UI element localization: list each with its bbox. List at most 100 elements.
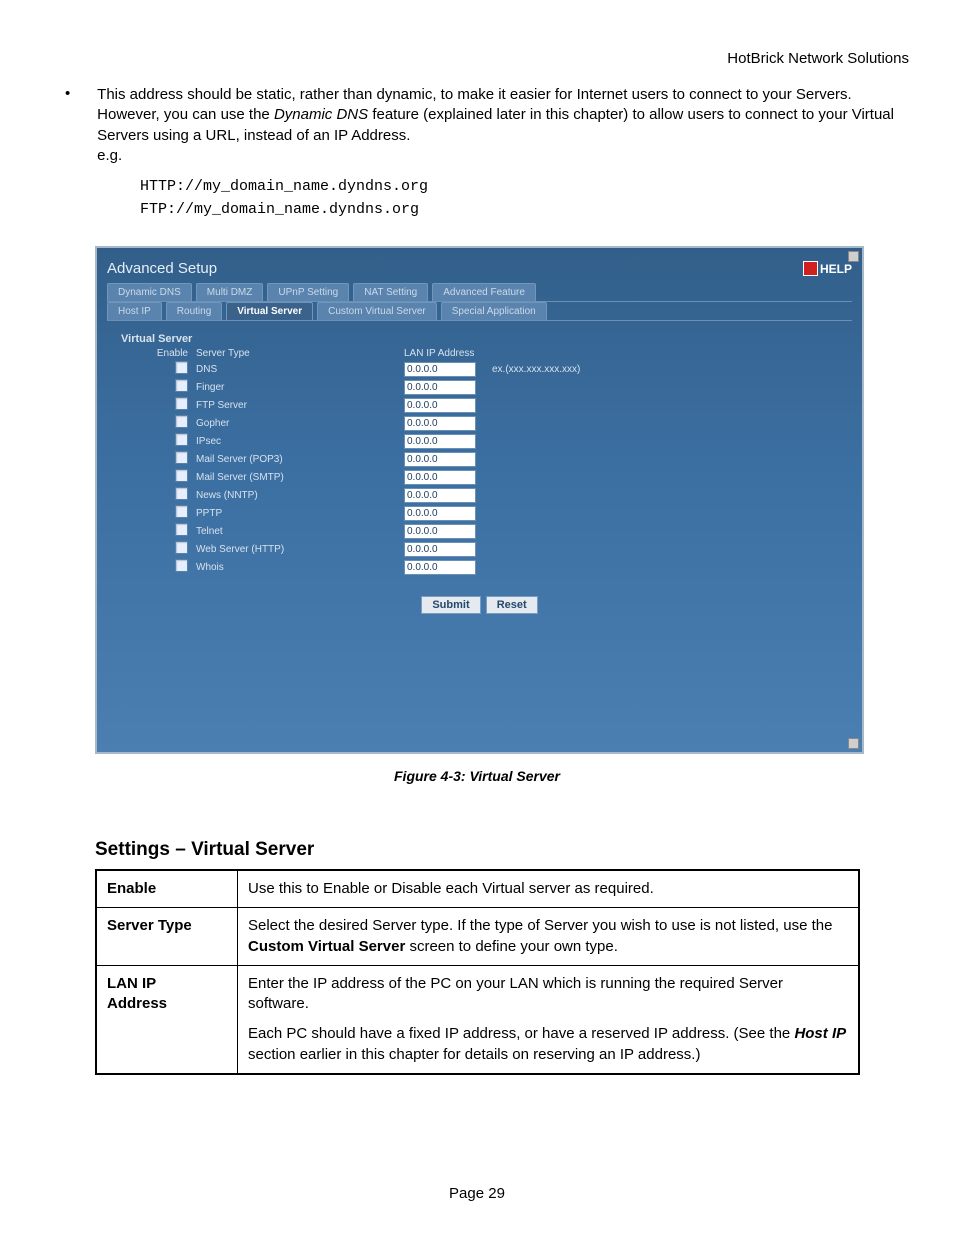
tab-host-ip[interactable]: Host IP [107,302,162,320]
scroll-up-icon[interactable] [848,251,859,262]
settings-type-bold: Custom Virtual Server [248,938,405,955]
tab-routing[interactable]: Routing [166,302,222,320]
settings-ip-text-bi: Host IP [794,1025,846,1042]
settings-ip-text-2a: Each PC should have a fixed IP address, … [248,1025,794,1042]
screenshot-title: Advanced Setup [107,260,217,277]
lan-ip-input[interactable] [404,560,476,575]
enable-checkbox[interactable] [175,397,188,410]
bullet-italic: Dynamic DNS [274,106,368,123]
enable-checkbox[interactable] [175,559,188,572]
col-enable: Enable [131,347,194,360]
server-type-cell: Web Server (HTTP) [194,540,402,558]
enable-checkbox[interactable] [175,469,188,482]
help-button[interactable]: HELP [803,261,852,276]
figure-caption: Figure 4-3: Virtual Server [45,768,909,784]
enable-checkbox[interactable] [175,541,188,554]
lan-ip-input[interactable] [404,380,476,395]
tab-virtual-server[interactable]: Virtual Server [226,302,313,320]
bullet-eg: e.g. [97,147,122,164]
virtual-server-table: Enable Server Type LAN IP Address DNS ex.… [131,347,586,576]
settings-enable-label: Enable [96,870,238,908]
server-type-cell: IPsec [194,432,402,450]
server-type-cell: Gopher [194,414,402,432]
lan-ip-input[interactable] [404,488,476,503]
table-row: Whois [131,558,586,576]
enable-checkbox[interactable] [175,505,188,518]
settings-enable-text: Use this to Enable or Disable each Virtu… [238,870,860,908]
code-line-1: HTTP://my_domain_name.dyndns.org [140,176,909,199]
table-row: Telnet [131,522,586,540]
settings-heading: Settings – Virtual Server [95,839,909,861]
server-type-cell: PPTP [194,504,402,522]
ip-format-hint: ex.(xxx.xxx.xxx.xxx) [484,364,580,375]
tab-advanced-feature[interactable]: Advanced Feature [432,283,536,301]
enable-checkbox[interactable] [175,379,188,392]
server-type-cell: DNS [194,360,402,378]
table-row: FTP Server [131,396,586,414]
reset-button[interactable]: Reset [486,596,538,614]
server-type-cell: Whois [194,558,402,576]
settings-ip-label-b: Address [107,995,167,1012]
bullet-paragraph: • This address should be static, rather … [65,85,909,166]
server-type-cell: Finger [194,378,402,396]
col-type: Server Type [194,347,402,360]
lan-ip-input[interactable] [404,398,476,413]
lan-ip-input[interactable] [404,452,476,467]
lan-ip-input[interactable] [404,416,476,431]
server-type-cell: FTP Server [194,396,402,414]
server-type-cell: Telnet [194,522,402,540]
table-row: Mail Server (POP3) [131,450,586,468]
bullet-symbol: • [65,85,93,102]
enable-checkbox[interactable] [175,523,188,536]
lan-ip-input[interactable] [404,542,476,557]
tab-multi-dmz[interactable]: Multi DMZ [196,283,264,301]
enable-checkbox[interactable] [175,433,188,446]
lan-ip-input[interactable] [404,506,476,521]
settings-type-text-a: Select the desired Server type. If the t… [248,917,832,934]
tab-dynamic-dns[interactable]: Dynamic DNS [107,283,192,301]
tab-special-application[interactable]: Special Application [441,302,547,320]
table-row: PPTP [131,504,586,522]
section-label: Virtual Server [121,333,838,345]
tab-row-1: Dynamic DNS Multi DMZ UPnP Setting NAT S… [107,283,852,302]
table-row: Mail Server (SMTP) [131,468,586,486]
table-row: DNS ex.(xxx.xxx.xxx.xxx) [131,360,586,378]
lan-ip-input[interactable] [404,470,476,485]
screenshot-frame: Advanced Setup HELP Dynamic DNS Multi DM… [95,246,864,754]
table-row: Gopher [131,414,586,432]
submit-button[interactable]: Submit [421,596,480,614]
button-row: Submit Reset [121,596,838,614]
virtual-server-panel: Virtual Server Enable Server Type LAN IP… [107,321,852,642]
settings-ip-text-2: Each PC should have a fixed IP address, … [248,1024,848,1065]
server-type-cell: Mail Server (SMTP) [194,468,402,486]
lan-ip-input[interactable] [404,524,476,539]
settings-ip-label: LAN IP Address [96,965,238,1074]
settings-type-label: Server Type [96,908,238,966]
scroll-down-icon[interactable] [848,738,859,749]
lan-ip-input[interactable] [404,362,476,377]
col-ip: LAN IP Address [402,347,482,360]
table-row: Web Server (HTTP) [131,540,586,558]
settings-ip-text: Enter the IP address of the PC on your L… [238,965,860,1074]
tab-custom-virtual-server[interactable]: Custom Virtual Server [317,302,437,320]
lan-ip-input[interactable] [404,434,476,449]
help-label: HELP [820,262,852,276]
enable-checkbox[interactable] [175,415,188,428]
header-company: HotBrick Network Solutions [45,50,909,67]
tab-nat-setting[interactable]: NAT Setting [353,283,428,301]
enable-checkbox[interactable] [175,487,188,500]
server-type-cell: Mail Server (POP3) [194,450,402,468]
settings-ip-label-a: LAN IP [107,975,156,992]
help-icon [803,261,818,276]
settings-ip-text-1: Enter the IP address of the PC on your L… [248,974,848,1015]
code-block: HTTP://my_domain_name.dyndns.org FTP://m… [140,176,909,221]
settings-ip-text-2b: section earlier in this chapter for deta… [248,1046,700,1063]
table-row: IPsec [131,432,586,450]
settings-type-text-b: screen to define your own type. [409,938,617,955]
enable-checkbox[interactable] [175,451,188,464]
page-number: Page 29 [45,1185,909,1202]
settings-table: Enable Use this to Enable or Disable eac… [95,869,860,1075]
enable-checkbox[interactable] [175,361,188,374]
tab-upnp-setting[interactable]: UPnP Setting [267,283,349,301]
tab-row-2: Host IP Routing Virtual Server Custom Vi… [107,302,852,321]
